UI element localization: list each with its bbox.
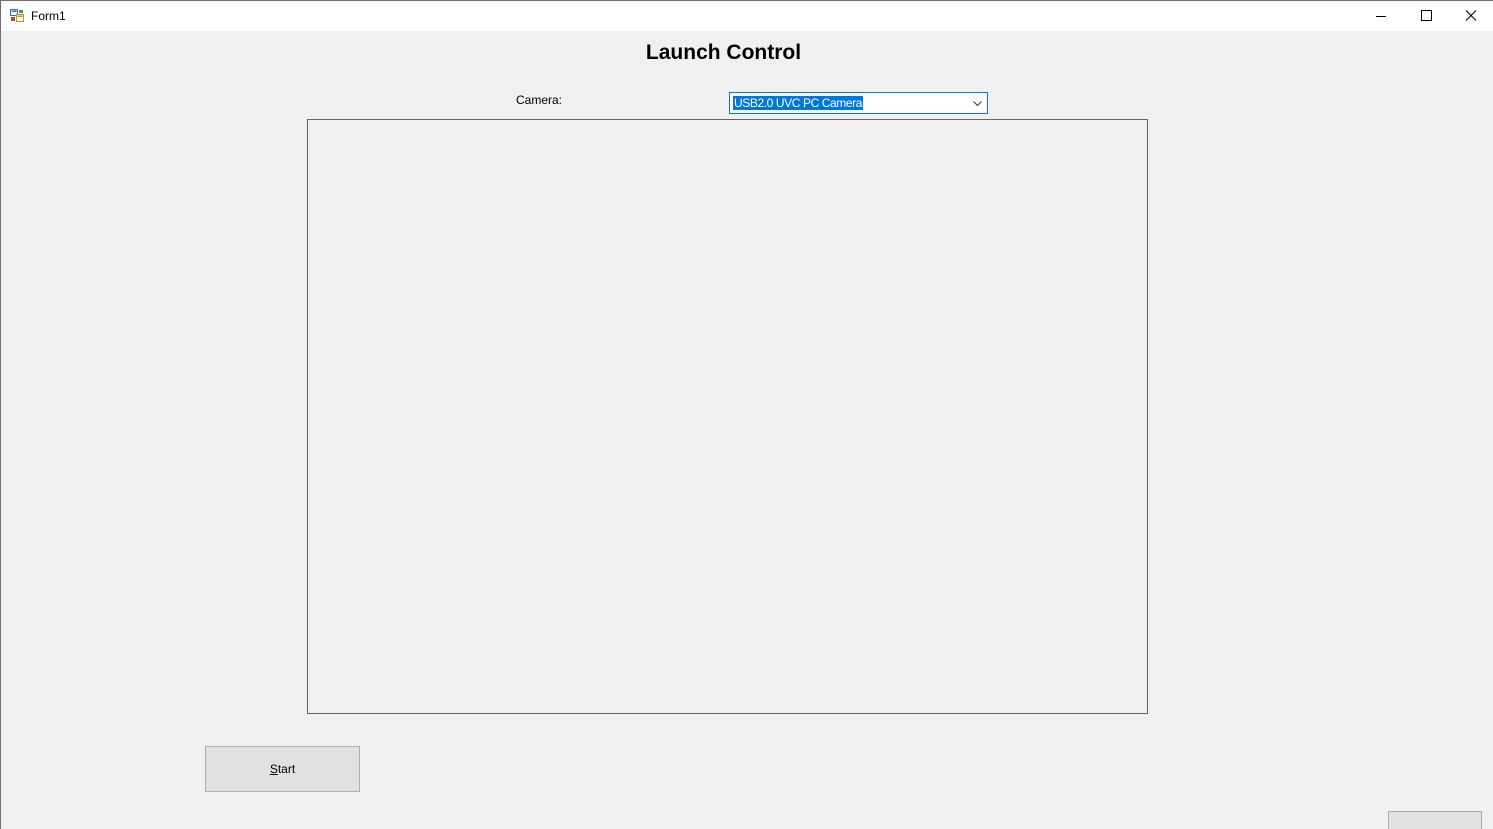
close-button[interactable] [1448, 1, 1493, 31]
close-icon [1465, 10, 1477, 21]
maximize-icon [1421, 10, 1432, 21]
corner-button[interactable] [1388, 811, 1482, 829]
minimize-icon [1376, 16, 1386, 17]
camera-label: Camera: [516, 93, 563, 107]
maximize-button[interactable] [1403, 1, 1449, 31]
page-title: Launch Control [645, 41, 802, 64]
chevron-down-icon[interactable] [969, 93, 987, 113]
camera-select-value: USB2.0 UVC PC Camera [733, 96, 864, 110]
start-button-mnemonic: S [269, 762, 278, 776]
minimize-button[interactable] [1358, 1, 1404, 31]
start-button[interactable]: Start [205, 746, 360, 792]
title-bar[interactable]: Form1 [1, 1, 1493, 31]
start-button-label: tart [277, 762, 296, 776]
app-icon [10, 9, 24, 22]
app-window: Form1 Launch Control Camera: USB2.0 UVC … [0, 0, 1493, 829]
camera-select[interactable]: USB2.0 UVC PC Camera [729, 92, 988, 114]
camera-preview [307, 119, 1148, 714]
window-title: Form1 [31, 9, 66, 23]
